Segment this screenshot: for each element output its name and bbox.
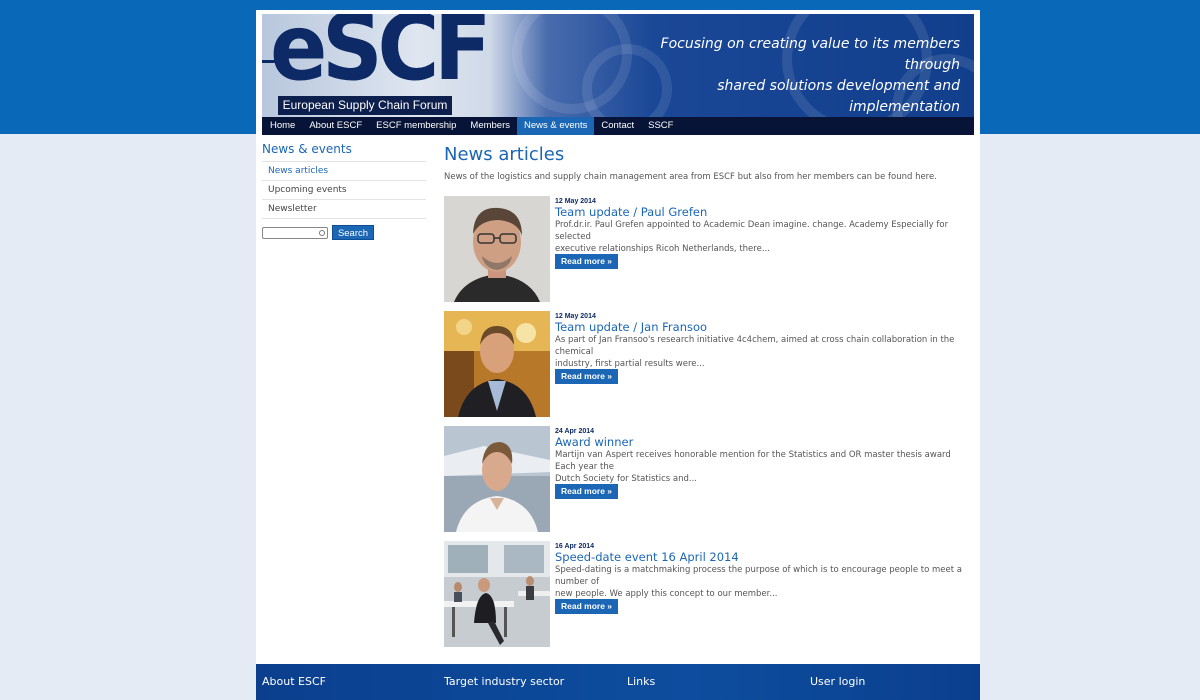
article-item: 16 Apr 2014 Speed-date event 16 April 20…	[444, 541, 964, 647]
site-logo[interactable]: eSCF	[270, 14, 492, 101]
logo-tagline: European Supply Chain Forum	[278, 96, 452, 115]
article-item: 12 May 2014 Team update / Paul Grefen Pr…	[444, 196, 964, 302]
nav-item-home[interactable]: Home	[263, 117, 302, 135]
sidebar: News & events News articles Upcoming eve…	[262, 142, 426, 240]
footer-links[interactable]: Links	[627, 675, 655, 688]
page-title: News articles	[444, 144, 565, 165]
read-more-button[interactable]: Read more »	[555, 254, 619, 269]
read-more-button[interactable]: Read more »	[555, 369, 619, 384]
page-intro: News of the logistics and supply chain m…	[444, 172, 937, 182]
footer-about-escf[interactable]: About ESCF	[262, 675, 326, 688]
sidebar-item-news-articles[interactable]: News articles	[262, 162, 426, 181]
article-thumbnail[interactable]	[444, 541, 550, 647]
read-more-button[interactable]: Read more »	[555, 599, 619, 614]
article-date: 24 Apr 2014	[555, 428, 595, 435]
footer-user-login[interactable]: User login	[810, 675, 865, 688]
search-row: Search	[262, 225, 426, 240]
sidebar-title: News & events	[262, 142, 426, 162]
nav-item-news-events[interactable]: News & events	[517, 117, 595, 135]
article-excerpt: Martijn van Aspert receives honorable me…	[555, 450, 951, 472]
article-body: 16 Apr 2014 Speed-date event 16 April 20…	[555, 543, 965, 601]
article-body: 24 Apr 2014 Award winner Martijn van Asp…	[555, 428, 965, 486]
sidebar-item-upcoming-events[interactable]: Upcoming events	[262, 181, 426, 200]
sidebar-item-newsletter[interactable]: Newsletter	[262, 200, 426, 219]
nav-item-escf-membership[interactable]: ESCF membership	[369, 117, 463, 135]
slogan-line: Focusing on creating value to its member…	[660, 36, 960, 73]
nav-item-contact[interactable]: Contact	[594, 117, 641, 135]
article-excerpt: Speed-dating is a matchmaking process th…	[555, 565, 963, 587]
article-title[interactable]: Award winner	[555, 436, 965, 449]
search-input[interactable]	[262, 226, 328, 239]
article-excerpt: Prof.dr.ir. Paul Grefen appointed to Aca…	[555, 220, 949, 242]
nav-item-members[interactable]: Members	[463, 117, 517, 135]
article-title[interactable]: Team update / Paul Grefen	[555, 206, 965, 219]
read-more-button[interactable]: Read more »	[555, 484, 619, 499]
site-footer: About ESCF Target industry sector Links …	[256, 664, 980, 700]
article-body: 12 May 2014 Team update / Paul Grefen Pr…	[555, 198, 965, 256]
banner-slogan: Focusing on creating value to its member…	[630, 34, 960, 117]
article-title[interactable]: Speed-date event 16 April 2014	[555, 551, 965, 564]
article-date: 12 May 2014	[555, 313, 596, 320]
header-banner: eSCF European Supply Chain Forum Focusin…	[262, 14, 974, 117]
article-thumbnail[interactable]	[444, 311, 550, 417]
article-title[interactable]: Team update / Jan Fransoo	[555, 321, 965, 334]
article-excerpt: As part of Jan Fransoo's research initia…	[555, 335, 955, 357]
nav-item-about-escf[interactable]: About ESCF	[302, 117, 369, 135]
page-container: eSCF European Supply Chain Forum Focusin…	[256, 10, 980, 700]
main-nav: Home About ESCF ESCF membership Members …	[262, 117, 974, 135]
article-body: 12 May 2014 Team update / Jan Fransoo As…	[555, 313, 965, 371]
article-thumbnail[interactable]	[444, 196, 550, 302]
slogan-line: shared solutions development and impleme…	[717, 78, 960, 115]
search-button[interactable]: Search	[332, 225, 374, 240]
main-content: News articles News of the logistics and …	[444, 144, 964, 647]
search-icon	[319, 229, 325, 236]
article-item: 24 Apr 2014 Award winner Martijn van Asp…	[444, 426, 964, 532]
footer-target-industry-sector[interactable]: Target industry sector	[444, 675, 564, 688]
nav-item-sscf[interactable]: SSCF	[641, 117, 680, 135]
article-item: 12 May 2014 Team update / Jan Fransoo As…	[444, 311, 964, 417]
article-thumbnail[interactable]	[444, 426, 550, 532]
article-date: 16 Apr 2014	[555, 543, 595, 550]
article-date: 12 May 2014	[555, 198, 596, 205]
